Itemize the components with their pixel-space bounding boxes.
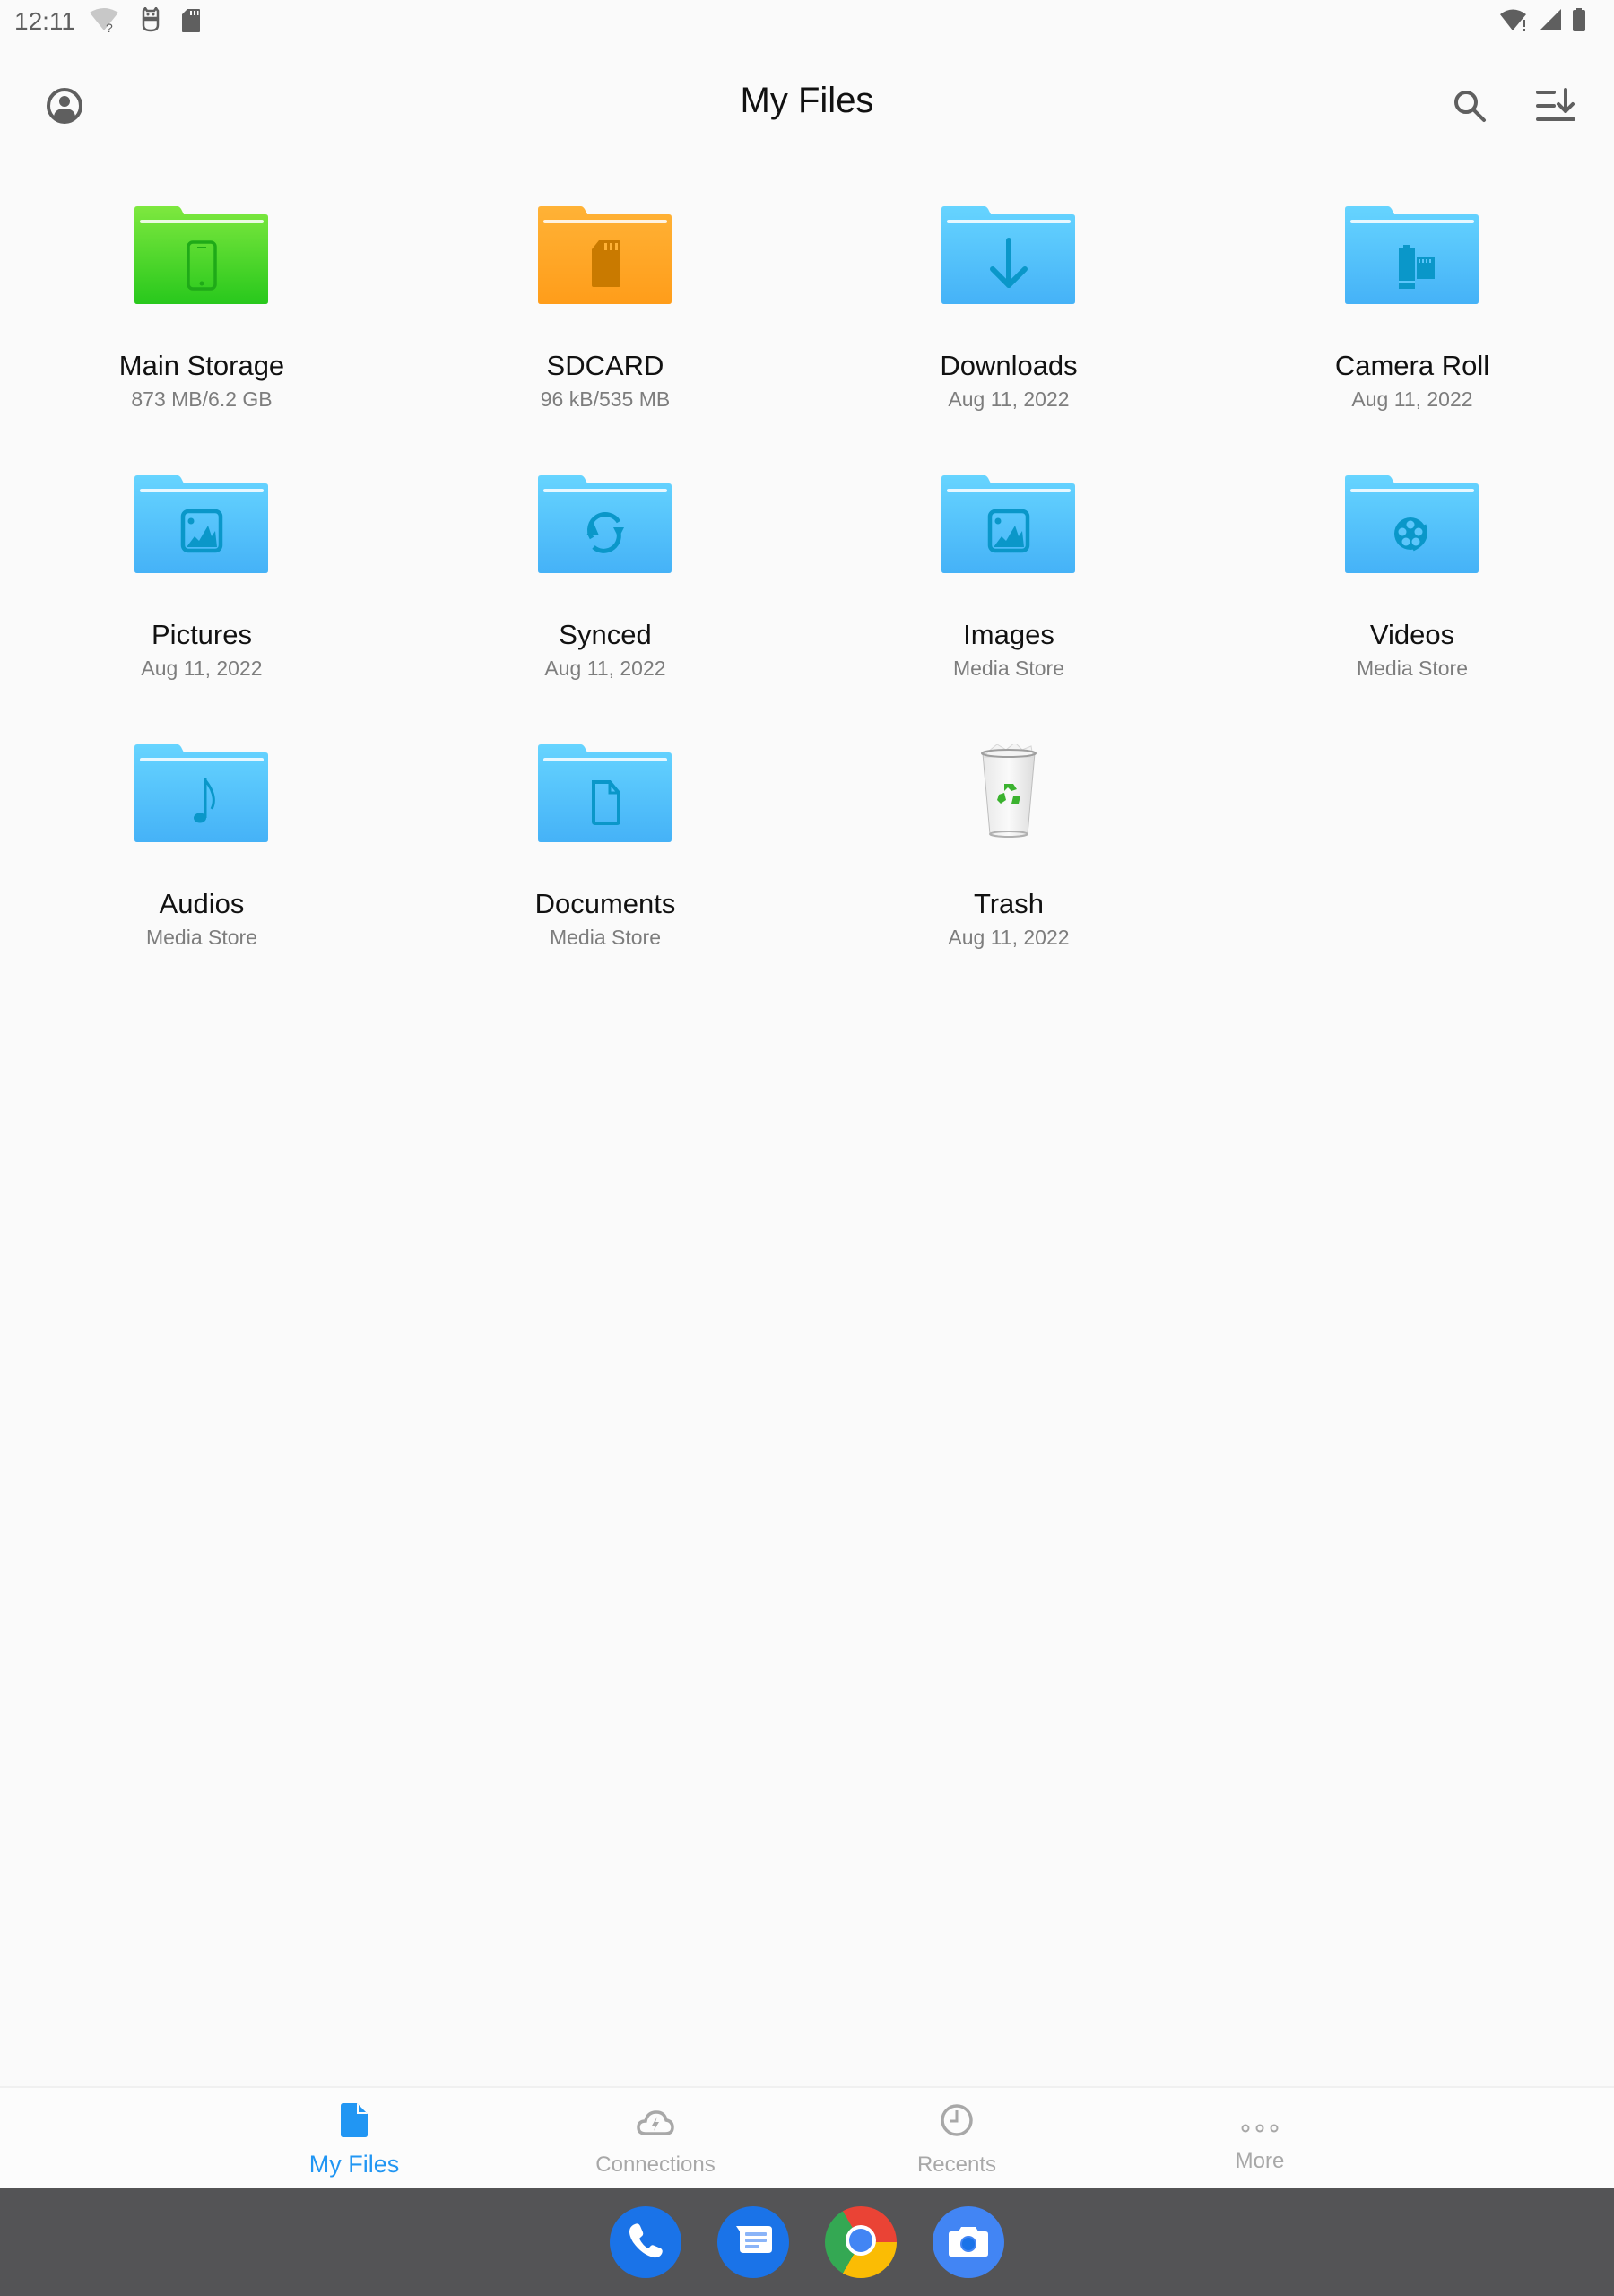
folder-subtitle: Media Store — [952, 657, 1064, 680]
battery-icon — [1571, 7, 1587, 37]
bot-notification-icon — [140, 5, 161, 39]
folder-subtitle: Aug 11, 2022 — [544, 657, 666, 680]
folder-tile-pictures[interactable]: Pictures Aug 11, 2022 — [0, 475, 404, 744]
folder-tile-sdcard[interactable]: SDCARD 96 kB/535 MB — [404, 206, 807, 475]
wifi-unknown-icon: ? — [88, 7, 120, 39]
folder-label: Synced — [559, 619, 652, 650]
page-title: My Files — [740, 81, 874, 120]
nav-item-my-files[interactable]: My Files — [238, 2088, 471, 2190]
folder-label: Documents — [534, 888, 676, 919]
search-button[interactable] — [1438, 76, 1501, 139]
folder-tile-videos[interactable]: Videos Media Store — [1210, 475, 1614, 744]
folder-grid: Main Storage 873 MB/6.2 GB SDCARD 96 kB/53… — [0, 206, 1614, 1013]
folder-subtitle: Aug 11, 2022 — [1351, 387, 1473, 411]
folder-label: SDCARD — [546, 350, 664, 381]
folder-label: Camera Roll — [1334, 350, 1490, 381]
folder-tile-documents[interactable]: Documents Media Store — [404, 744, 807, 1013]
folder-icon — [538, 475, 672, 574]
wifi-alert-icon — [1499, 7, 1530, 37]
nav-label: More — [1235, 2149, 1285, 2173]
camera-app-icon — [948, 2223, 989, 2262]
status-bar: 12:11 ? — [0, 0, 1614, 45]
dock-app-messages[interactable] — [717, 2206, 789, 2278]
folder-icon — [941, 206, 1076, 305]
dock-app-camera[interactable] — [933, 2206, 1004, 2278]
sd-card-icon — [181, 8, 201, 38]
folder-label: Trash — [973, 888, 1045, 919]
folder-tile-camera-roll[interactable]: Camera Roll Aug 11, 2022 — [1210, 206, 1614, 475]
more-dots-icon — [1241, 2122, 1279, 2138]
folder-tile-audios[interactable]: Audios Media Store — [0, 744, 404, 1013]
cloud-lightning-icon — [637, 2109, 674, 2142]
folder-label: Videos — [1369, 619, 1455, 650]
svg-text:?: ? — [106, 21, 113, 34]
folder-tile-images[interactable]: Images Media Store — [807, 475, 1210, 744]
app-dock — [0, 2188, 1614, 2296]
folder-icon — [1345, 475, 1480, 574]
bottom-navigation: My Files Connections Recents More — [0, 2086, 1614, 2188]
folder-label: Images — [963, 619, 1054, 650]
folder-icon — [134, 206, 269, 305]
folder-label: Downloads — [940, 350, 1078, 381]
nav-label: Connections — [595, 2152, 716, 2177]
folder-tile-main-storage[interactable]: Main Storage 873 MB/6.2 GB — [0, 206, 404, 475]
nav-label: My Files — [308, 2151, 400, 2178]
folder-subtitle: Aug 11, 2022 — [948, 926, 1070, 949]
sort-download-icon — [1536, 87, 1575, 129]
search-icon — [1451, 87, 1488, 129]
folder-icon — [134, 744, 269, 843]
folder-icon — [538, 206, 672, 305]
folder-icon — [1345, 206, 1480, 305]
folder-label: Main Storage — [118, 350, 285, 381]
folder-tile-synced[interactable]: Synced Aug 11, 2022 — [404, 475, 807, 744]
status-time: 12:11 — [14, 7, 75, 35]
folder-icon — [538, 744, 672, 843]
folder-subtitle: Media Store — [145, 926, 257, 949]
folder-tile-trash[interactable]: Trash Aug 11, 2022 — [807, 742, 1210, 1013]
dock-app-chrome[interactable] — [825, 2206, 897, 2278]
folder-subtitle: Media Store — [549, 926, 661, 949]
cellular-signal-icon — [1539, 7, 1562, 37]
folder-subtitle: 96 kB/535 MB — [540, 387, 671, 411]
file-icon — [341, 2103, 368, 2142]
sd-card-icon — [592, 240, 620, 287]
clock-icon — [940, 2103, 974, 2142]
messages-app-icon — [733, 2222, 774, 2263]
folder-subtitle: Media Store — [1356, 657, 1468, 680]
folder-label: Audios — [159, 888, 245, 919]
folder-icon — [134, 475, 269, 574]
nav-item-recents[interactable]: Recents — [840, 2088, 1073, 2190]
folder-icon — [941, 475, 1076, 574]
recycle-bin-icon — [941, 742, 1076, 843]
folder-tile-downloads[interactable]: Downloads Aug 11, 2022 — [807, 206, 1210, 475]
folder-label: Pictures — [152, 619, 252, 650]
folder-subtitle: Aug 11, 2022 — [948, 387, 1070, 411]
app-bar: My Files — [0, 45, 1614, 157]
nav-item-more[interactable]: More — [1143, 2088, 1376, 2190]
sort-button[interactable] — [1524, 76, 1587, 139]
nav-label: Recents — [916, 2152, 997, 2177]
folder-subtitle: Aug 11, 2022 — [141, 657, 263, 680]
dock-app-phone[interactable] — [610, 2206, 681, 2278]
nav-item-connections[interactable]: Connections — [539, 2088, 772, 2190]
phone-app-icon — [626, 2221, 665, 2265]
chrome-app-icon — [845, 2224, 877, 2261]
folder-subtitle: 873 MB/6.2 GB — [131, 387, 273, 411]
film-reel-icon — [1394, 517, 1427, 552]
